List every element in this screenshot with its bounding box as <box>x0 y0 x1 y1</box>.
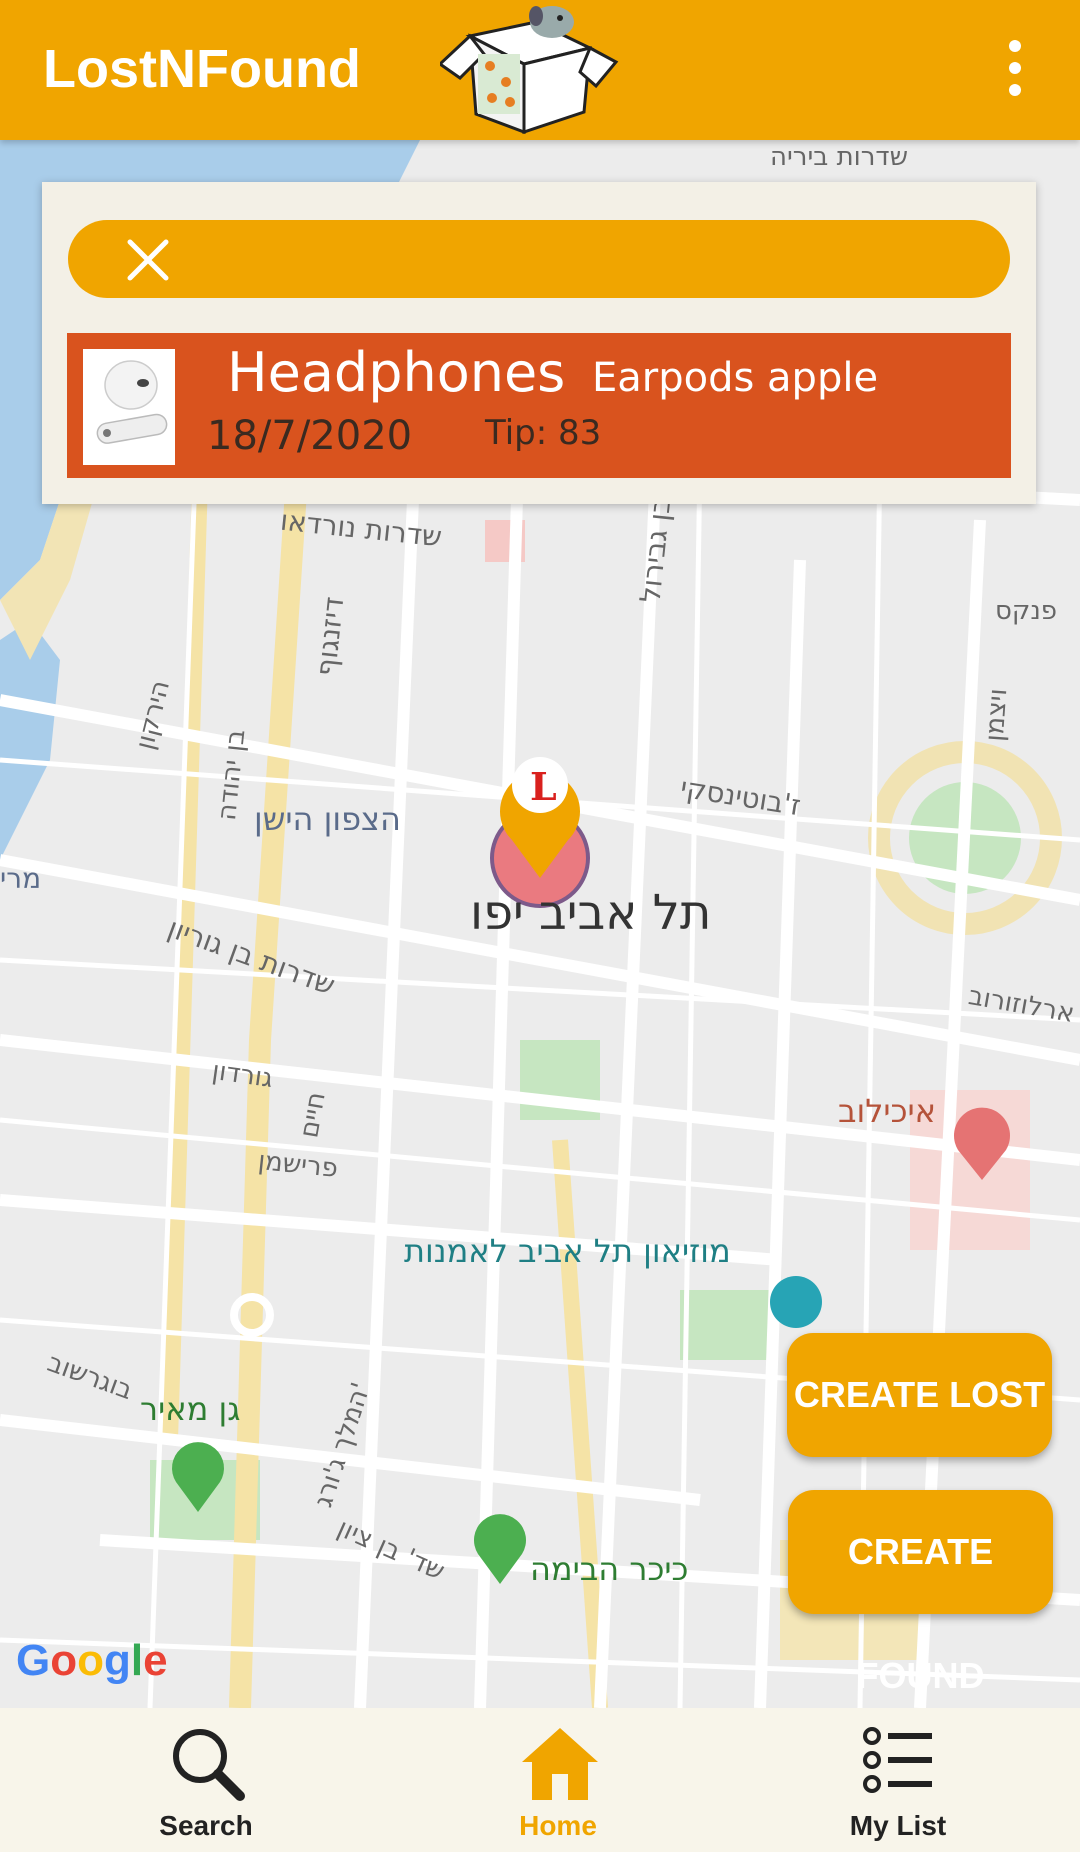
home-icon <box>522 1728 598 1800</box>
map-label-pinkas: פנקס <box>995 596 1057 626</box>
close-popup-button[interactable] <box>68 220 1010 298</box>
item-title: Headphones <box>227 341 566 404</box>
item-tip: Tip: 83 <box>485 413 602 453</box>
item-date: 18/7/2020 <box>207 413 413 459</box>
nav-search-label: Search <box>159 1810 253 1841</box>
create-found-button[interactable]: CREATE FOUND <box>788 1490 1053 1696</box>
bottom-navigation: Search Home My List <box>0 1708 1080 1852</box>
map-label-tel-aviv-yafo: תל אביב יפו <box>470 885 712 941</box>
nav-my-list[interactable]: My List <box>818 1722 978 1842</box>
map-label-weizmann: ויצמן <box>979 687 1014 743</box>
item-popup-card: Headphones Earpods apple 18/7/2020 Tip: … <box>42 182 1036 504</box>
nav-search[interactable]: Search <box>126 1722 286 1842</box>
search-icon <box>173 1729 245 1801</box>
map-label-gan-meir: גן מאיר <box>140 1390 241 1428</box>
item-thumbnail <box>83 349 175 465</box>
map-label-top-blvd: שדרות ביריה <box>770 142 909 172</box>
map-label-habima: כיכר הבימה <box>530 1550 689 1588</box>
list-icon <box>863 1727 932 1793</box>
app-title: LostNFound <box>43 39 361 99</box>
map-label-museum: מוזיאון תל אביב לאמנות <box>404 1232 731 1270</box>
nav-home-label: Home <box>519 1810 597 1841</box>
item-description: Earpods apple <box>592 355 879 401</box>
logo-box-map-icon <box>440 6 619 134</box>
item-row[interactable]: Headphones Earpods apple 18/7/2020 Tip: … <box>67 333 1011 478</box>
map-label-ichilov: איכילוב <box>838 1092 937 1130</box>
map-label-old-north: הצפון הישן <box>254 800 401 838</box>
nav-my-list-label: My List <box>849 1810 947 1841</box>
nav-home[interactable]: Home <box>478 1722 638 1842</box>
create-lost-button[interactable]: CREATE LOST <box>787 1333 1052 1457</box>
app-bar: LostNFound <box>0 0 1080 140</box>
svg-text:L: L <box>530 764 557 809</box>
close-icon[interactable] <box>126 238 170 282</box>
google-logo: Google <box>16 1636 168 1685</box>
overflow-menu-icon[interactable] <box>995 40 1035 100</box>
map-label-mari: מרי <box>0 862 42 895</box>
